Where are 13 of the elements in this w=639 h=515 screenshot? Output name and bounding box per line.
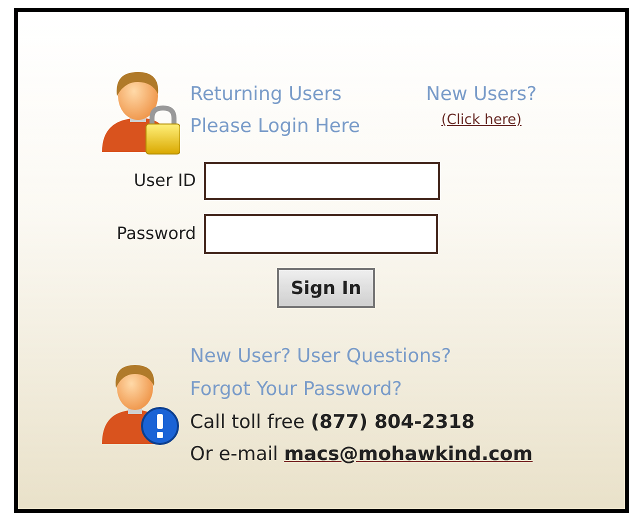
login-heading: Please Login Here bbox=[190, 114, 362, 139]
user-id-field[interactable] bbox=[204, 162, 440, 200]
phone-text: Call toll free (877) 804-2318 bbox=[190, 410, 475, 435]
click-here-link[interactable]: (Click here) bbox=[441, 110, 522, 130]
user-alert-icon bbox=[100, 362, 180, 446]
email-link[interactable]: macs@mohawkind.com bbox=[284, 443, 533, 465]
field-label: User ID bbox=[132, 171, 197, 191]
new-users-title: New Users? bbox=[426, 82, 537, 107]
email-line: Or e-mail macs@mohawkind.com bbox=[190, 442, 533, 467]
password-field[interactable] bbox=[204, 214, 438, 254]
login-heading: Returning Users bbox=[190, 82, 343, 107]
sign-in-button[interactable]: Sign In bbox=[277, 268, 375, 308]
field-label: Password bbox=[116, 224, 197, 244]
